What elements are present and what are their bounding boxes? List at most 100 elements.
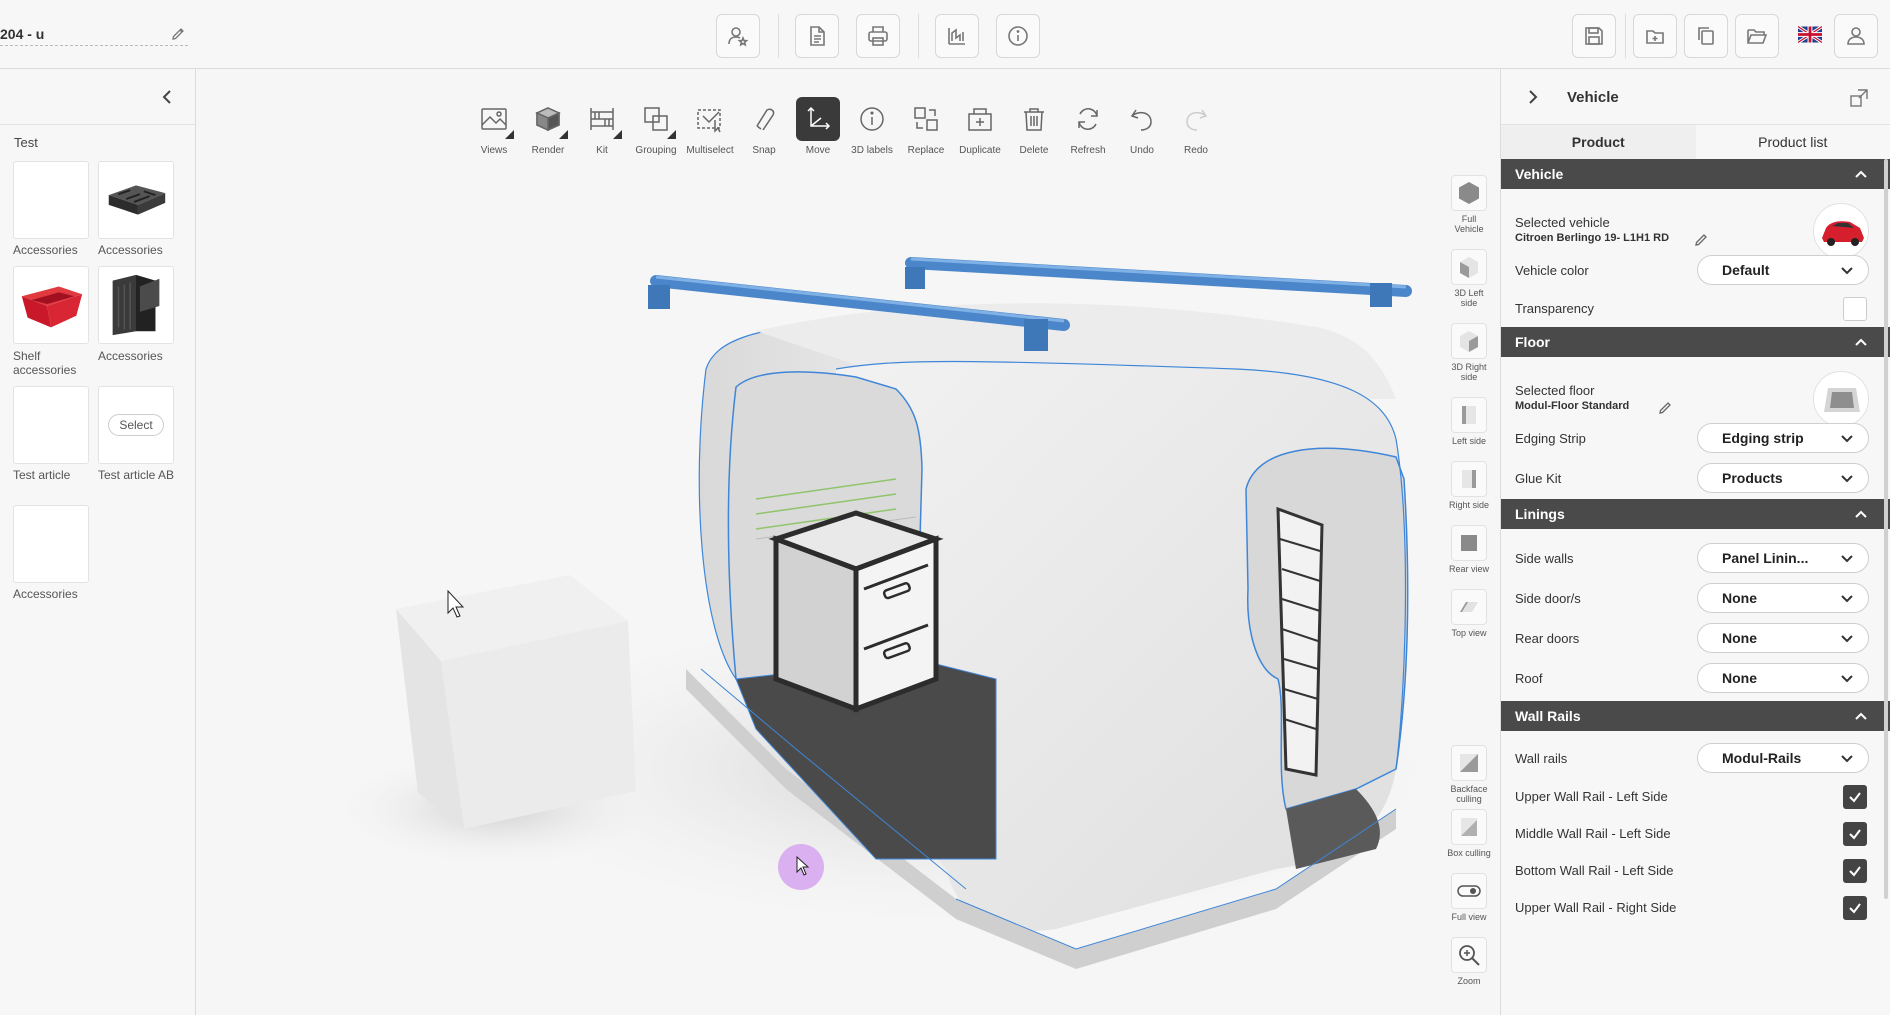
box-culling-toggle[interactable]: Box culling [1446,809,1492,858]
top-view[interactable]: Top view [1446,589,1492,638]
catalog-tile[interactable]: Select [98,386,174,464]
upper-wall-rail-left-checkbox[interactable] [1843,785,1867,809]
tab-product-list[interactable]: Product list [1696,125,1890,159]
transparency-checkbox[interactable] [1843,297,1867,321]
linings-section-header[interactable]: Linings [1501,499,1890,529]
3d-right-side-view[interactable]: 3D Right side [1446,323,1492,382]
kit-tool[interactable]: Kit [578,97,626,156]
left-side-view[interactable]: Left side [1446,397,1492,446]
catalog-tile[interactable] [13,266,89,344]
save-icon [1585,27,1603,45]
right-side-icon [1462,470,1476,488]
save-button[interactable] [1572,14,1616,58]
catalog-tile[interactable] [13,505,89,583]
chevron-up-icon [1855,338,1867,346]
replace-tool[interactable]: Replace [902,97,950,156]
chevron-down-icon [1841,675,1853,683]
backface-culling-icon [1460,754,1478,772]
wall-rails-dropdown[interactable]: Modul-Rails [1697,743,1869,773]
3d-viewport[interactable]: Views Render Kit Grouping Multiselect Sn… [196,69,1500,1015]
bottom-wall-rail-left-checkbox[interactable] [1843,859,1867,883]
redo-tool[interactable]: Redo [1172,97,1220,156]
catalog-tile[interactable] [98,266,174,344]
chevron-left-icon[interactable] [157,87,177,107]
glue-kit-dropdown[interactable]: Products [1697,463,1869,493]
edging-strip-dropdown[interactable]: Edging strip [1697,423,1869,453]
backface-culling-toggle[interactable]: Backface culling [1446,745,1492,804]
snap-tool[interactable]: Snap [740,97,788,156]
full-view-toggle[interactable]: Full view [1446,873,1492,922]
chevron-up-icon [1855,170,1867,178]
language-flag[interactable] [1797,25,1823,44]
catalog-group-title: Test [14,135,38,150]
info-circle-icon [860,107,884,131]
copy-button[interactable] [1684,14,1728,58]
wall-rails-section-header[interactable]: Wall Rails [1501,701,1890,731]
full-vehicle-view[interactable]: Full Vehicle [1446,175,1492,234]
selected-floor-row: Selected floor Modul-Floor Standard [1501,357,1890,427]
middle-wall-rail-left-checkbox[interactable] [1843,822,1867,846]
catalog-tile[interactable] [13,161,89,239]
vehicle-3d-scene[interactable] [196,69,1500,1015]
vehicle-section-header[interactable]: Vehicle [1501,159,1890,189]
box-culling-icon [1461,818,1477,836]
toggle-icon [1457,885,1481,897]
side-walls-dropdown[interactable]: Panel Linin... [1697,543,1869,573]
drawing-button[interactable] [935,14,979,58]
catalog-tile[interactable] [13,386,89,464]
project-title[interactable]: 204 - u [0,22,188,46]
user-star-button[interactable] [716,14,760,58]
roof-dropdown[interactable]: None [1697,663,1869,693]
check-icon [1849,792,1861,803]
chevron-down-icon [1841,435,1853,443]
delete-tool[interactable]: Delete [1010,97,1058,156]
properties-panel: Vehicle Product Product list Vehicle Sel… [1500,69,1890,1015]
pencil-icon[interactable] [170,26,186,42]
refresh-icon [1078,108,1098,130]
new-file-button[interactable] [1633,14,1677,58]
popout-icon[interactable] [1848,87,1870,109]
print-button[interactable] [856,14,900,58]
open-folder-button[interactable] [1735,14,1779,58]
chevron-up-icon [1855,510,1867,518]
rear-doors-dropdown[interactable]: None [1697,623,1869,653]
chevron-down-icon [1841,595,1853,603]
red-bin-image [21,286,83,328]
pencil-icon[interactable] [1657,400,1673,416]
catalog-panel-header [0,69,195,125]
undo-tool[interactable]: Undo [1118,97,1166,156]
chevron-down-icon [1841,475,1853,483]
vehicle-color-dropdown[interactable]: Default [1697,255,1869,285]
select-button[interactable]: Select [108,414,164,436]
properties-scrollbar[interactable] [1884,159,1888,899]
catalog-tile-label: Shelf accessories [13,349,77,377]
info-button[interactable] [996,14,1040,58]
duplicate-tool[interactable]: Duplicate [956,97,1004,156]
properties-tabs: Product Product list [1501,125,1890,159]
tab-product[interactable]: Product [1501,125,1696,159]
zoom-tool[interactable]: Zoom [1446,937,1492,986]
drawing-icon [948,28,965,45]
right-side-view[interactable]: Right side [1446,461,1492,510]
upper-wall-rail-right-checkbox[interactable] [1843,896,1867,920]
refresh-tool[interactable]: Refresh [1064,97,1112,156]
chevron-right-icon[interactable] [1523,87,1543,107]
3d-left-side-view[interactable]: 3D Left side [1446,249,1492,308]
render-tool[interactable]: Render [524,97,572,156]
grouping-tool[interactable]: Grouping [632,97,680,156]
wall-rail-check-row: Bottom Wall Rail - Left Side [1501,853,1890,890]
axis-move-icon [807,106,831,130]
document-button[interactable] [795,14,839,58]
roof-row: Roof None [1501,659,1890,701]
floor-section-header[interactable]: Floor [1501,327,1890,357]
catalog-tile[interactable] [98,161,174,239]
3d-labels-tool[interactable]: 3D labels [848,97,896,156]
side-doors-dropdown[interactable]: None [1697,583,1869,613]
move-tool[interactable]: Move [794,97,842,156]
multiselect-tool[interactable]: Multiselect [686,97,734,156]
open-folder-icon [1747,29,1768,44]
pencil-icon[interactable] [1693,232,1709,248]
rear-view[interactable]: Rear view [1446,525,1492,574]
views-tool[interactable]: Views [470,97,518,156]
user-account-button[interactable] [1834,14,1878,58]
